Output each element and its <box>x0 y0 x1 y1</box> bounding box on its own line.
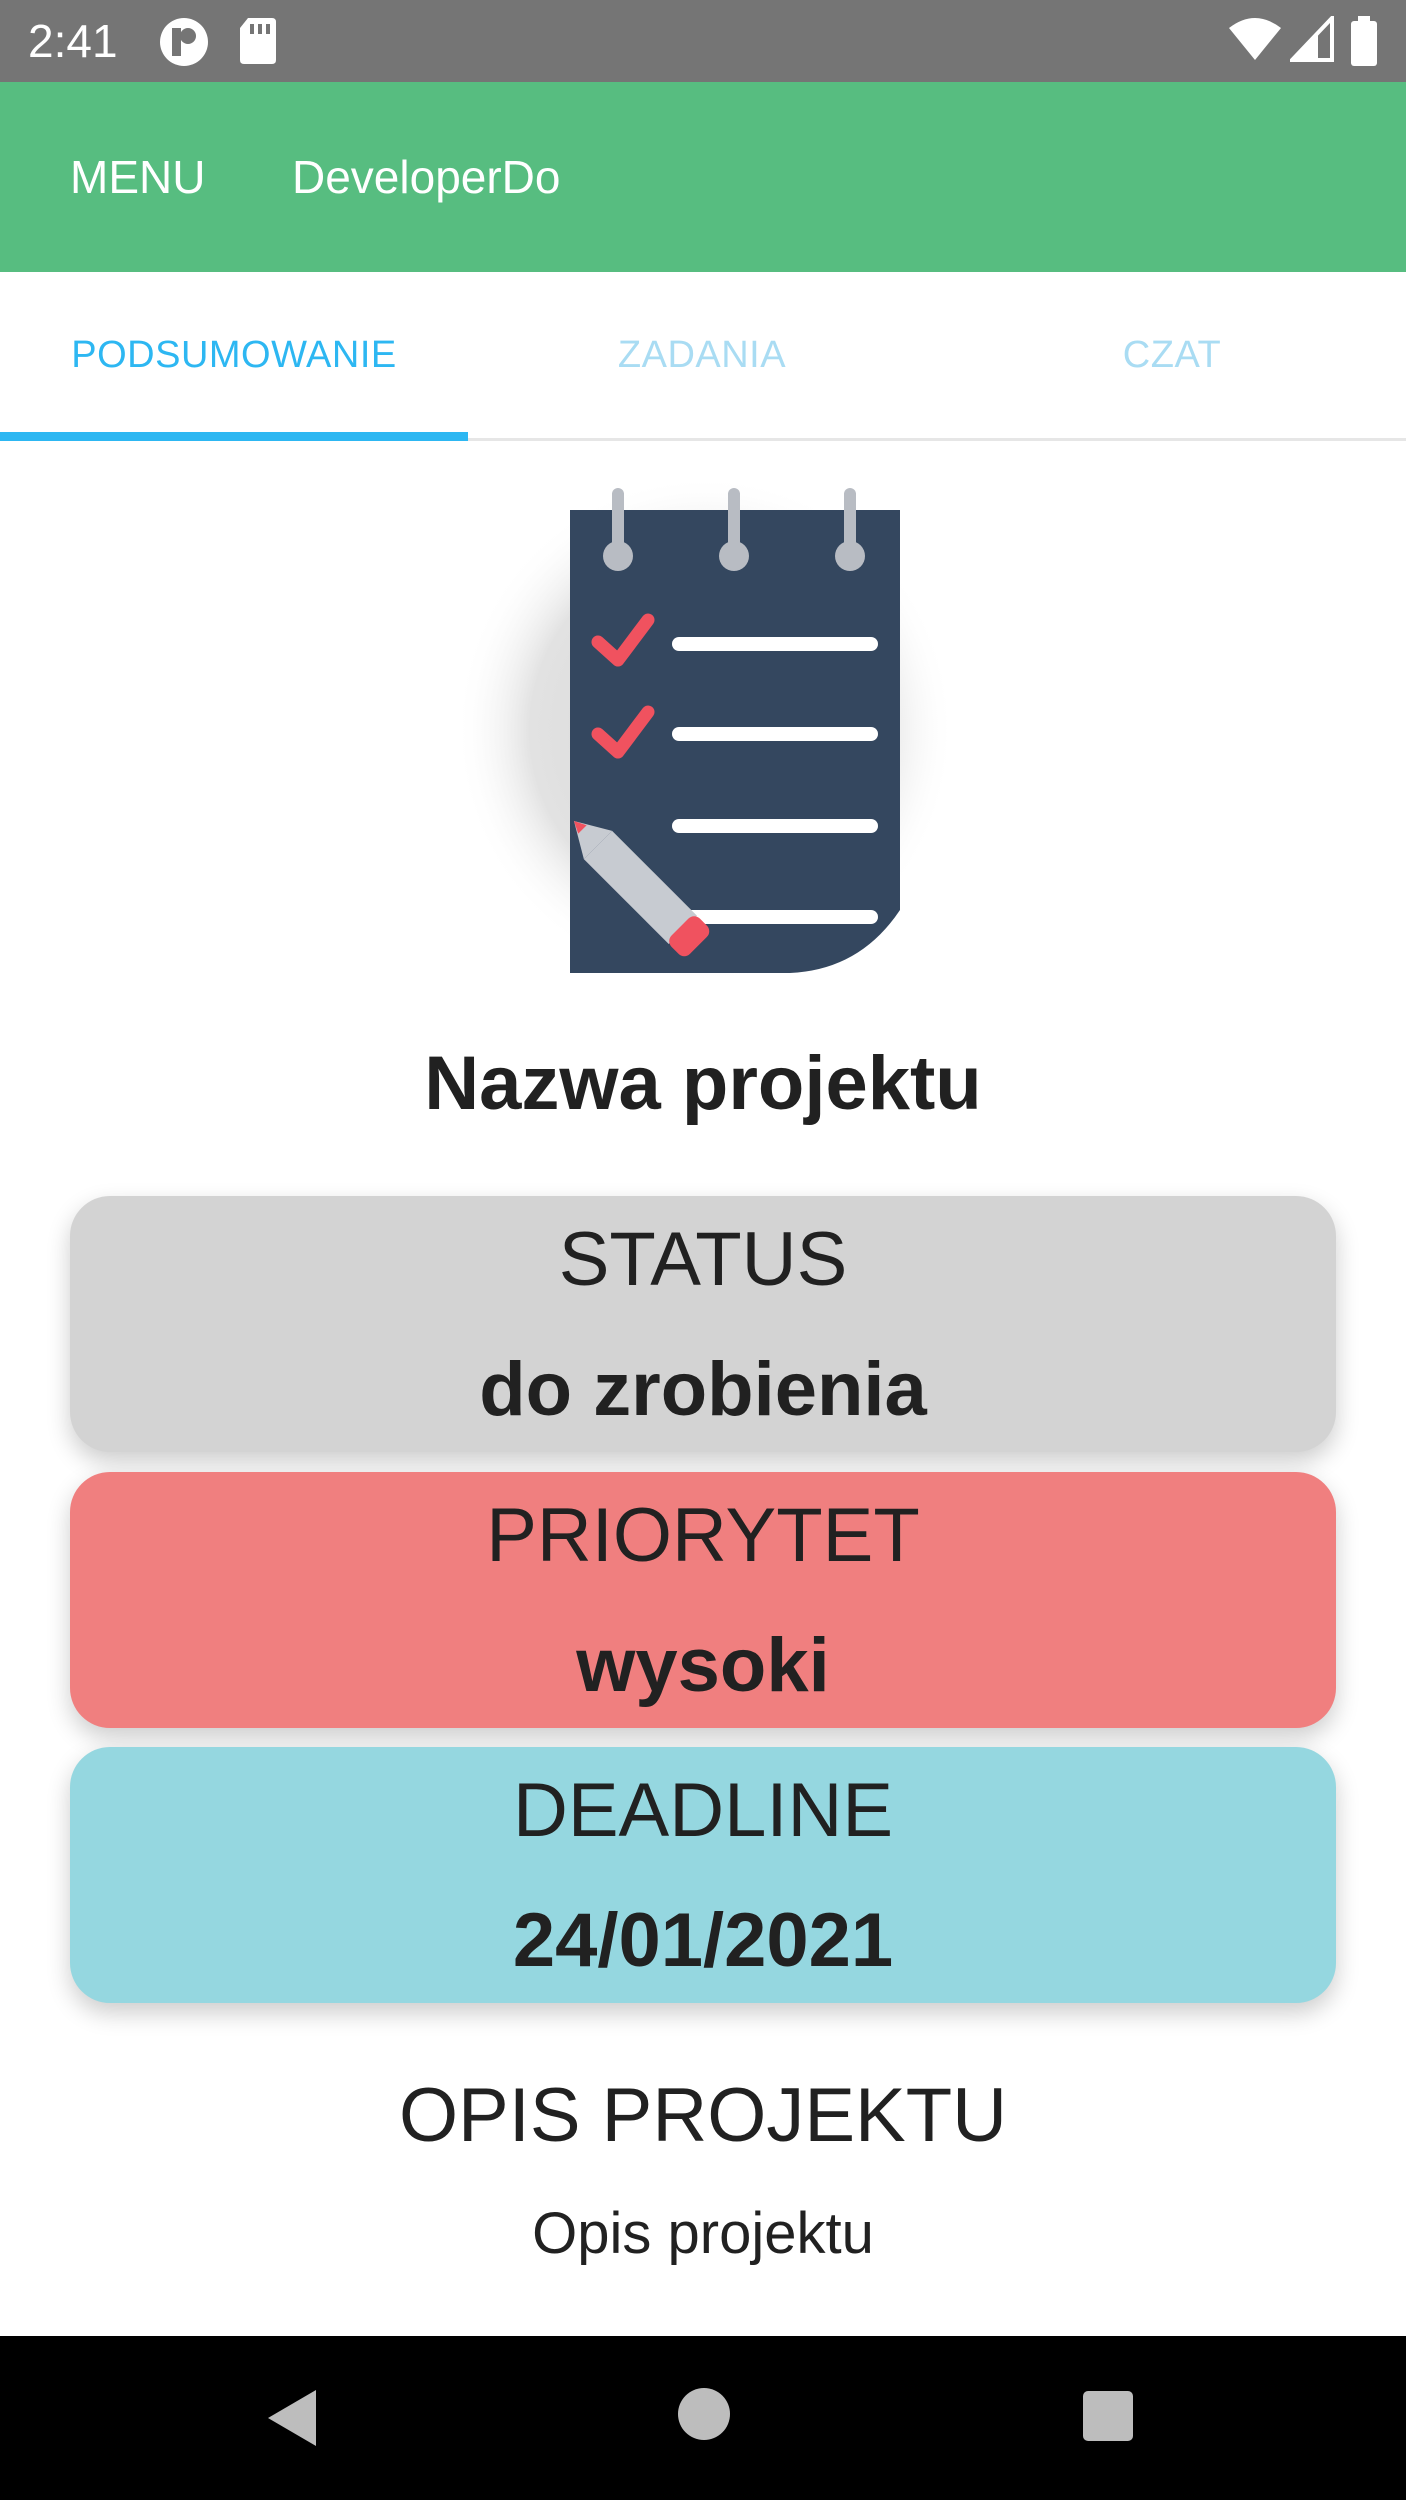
app-notification-icon <box>160 18 208 66</box>
tab-czat[interactable]: CZAT <box>938 272 1406 438</box>
tab-zadania[interactable]: ZADANIA <box>468 272 936 438</box>
priority-label: PRIORYTET <box>486 1493 920 1578</box>
checklist-icon <box>460 480 950 980</box>
status-value: do zrobienia <box>479 1347 927 1432</box>
deadline-card: DEADLINE 24/01/2021 <box>70 1747 1336 2003</box>
battery-icon <box>1351 16 1377 66</box>
deadline-label: DEADLINE <box>512 1768 894 1853</box>
recents-icon[interactable] <box>1082 2390 1134 2442</box>
back-icon[interactable] <box>262 2386 322 2450</box>
cell-signal-icon <box>1290 16 1334 62</box>
status-label: STATUS <box>558 1217 848 1302</box>
app-bar: MENU DeveloperDo <box>0 82 1406 272</box>
status-time: 2:41 <box>28 15 118 67</box>
tab-podsumowanie[interactable]: PODSUMOWANIE <box>0 272 468 438</box>
description-text: Opis projektu <box>532 2201 874 2266</box>
tab-bar: PODSUMOWANIE ZADANIA CZAT <box>0 272 1406 441</box>
app-title: DeveloperDo <box>292 151 561 203</box>
wifi-icon <box>1229 18 1281 60</box>
priority-value: wysoki <box>576 1623 830 1708</box>
sd-card-icon <box>240 18 276 64</box>
active-tab-indicator <box>0 432 468 441</box>
home-icon[interactable] <box>676 2386 732 2442</box>
priority-card: PRIORYTET wysoki <box>70 1472 1336 1728</box>
status-card: STATUS do zrobienia <box>70 1196 1336 1452</box>
project-name: Nazwa projektu <box>424 1041 982 1126</box>
deadline-value: 24/01/2021 <box>512 1898 894 1983</box>
description-heading: OPIS PROJEKTU <box>398 2073 1008 2158</box>
system-nav-bar <box>0 2336 1406 2500</box>
status-bar: 2:41 <box>0 0 1406 82</box>
menu-button[interactable]: MENU <box>70 82 205 272</box>
